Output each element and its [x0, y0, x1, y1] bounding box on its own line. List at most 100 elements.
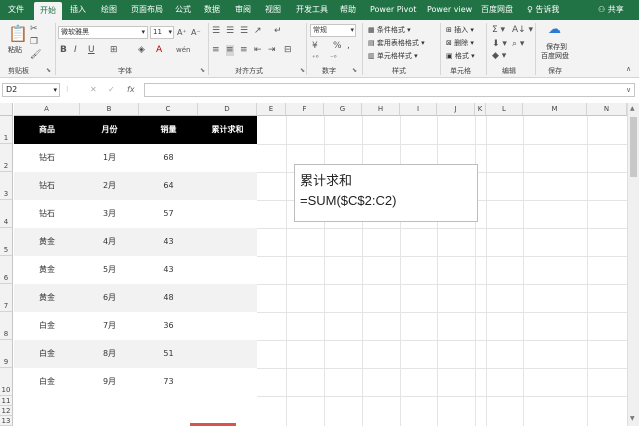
cell-styles-button[interactable]: ▥ 单元格样式 ▾ [368, 51, 418, 61]
merge-center-icon[interactable]: ⊟ [284, 45, 292, 56]
baidu-cloud-icon[interactable]: ☁ [548, 23, 561, 36]
decrease-indent-icon[interactable]: ⇤ [254, 45, 262, 56]
row-header[interactable]: 11 [0, 396, 13, 406]
font-color-icon[interactable]: A [156, 45, 162, 56]
comma-style-icon[interactable]: , [347, 41, 350, 52]
decrease-font-icon[interactable]: A⁻ [191, 27, 201, 38]
column-header[interactable]: I [400, 103, 437, 116]
column-header[interactable]: F [286, 103, 324, 116]
scroll-up-icon[interactable]: ▲ [630, 105, 635, 112]
paste-icon[interactable]: 📋 [8, 26, 28, 42]
save-to-baidu-line2[interactable]: 百度网盘 [541, 51, 569, 61]
number-format-select[interactable]: 常规 ▾ [310, 24, 356, 37]
tell-me-button[interactable]: ♀ 告诉我 [527, 0, 559, 20]
alignment-launcher-icon[interactable]: ⬊ [300, 67, 305, 74]
orientation-icon[interactable]: ↗ [254, 26, 262, 37]
table-cell[interactable]: 36 [139, 312, 198, 340]
tab-data[interactable]: 数据 [204, 0, 220, 20]
copy-icon[interactable]: ❐ [30, 37, 38, 48]
enter-icon[interactable]: ✓ [108, 83, 115, 97]
increase-decimal-icon[interactable]: ⁺⁰ [312, 53, 319, 64]
row-header[interactable]: 7 [0, 284, 13, 312]
row-header[interactable]: 13 [0, 416, 13, 426]
find-select-icon[interactable]: ⌕ ▾ [512, 39, 524, 50]
scroll-down-icon[interactable]: ▼ [630, 415, 635, 422]
underline-button[interactable]: U [88, 45, 95, 56]
cancel-icon[interactable]: ✕ [90, 83, 97, 97]
border-icon[interactable]: ⊞ [110, 45, 118, 56]
table-cell[interactable]: 48 [139, 284, 198, 312]
clipboard-launcher-icon[interactable]: ⬊ [46, 67, 51, 74]
font-launcher-icon[interactable]: ⬊ [200, 67, 205, 74]
tab-view[interactable]: 视图 [265, 0, 281, 20]
table-cell[interactable]: 钻石 [14, 144, 80, 172]
formula-text-box[interactable]: 累计求和 =SUM($C$2:C2) [294, 164, 478, 222]
insert-cells-button[interactable]: ⊞ 插入 ▾ [446, 25, 474, 35]
formula-input[interactable] [144, 83, 635, 97]
column-header[interactable]: C [139, 103, 198, 116]
table-cell[interactable]: 3月 [80, 200, 139, 228]
scrollbar-thumb[interactable] [630, 117, 637, 177]
format-as-table-button[interactable]: ▤ 套用表格格式 ▾ [368, 38, 425, 48]
vertical-scrollbar[interactable]: ▲ ▼ [627, 103, 639, 426]
increase-indent-icon[interactable]: ⇥ [268, 45, 276, 56]
align-right-icon[interactable]: ≡ [240, 45, 248, 56]
row-header[interactable]: 10 [0, 368, 13, 396]
row-header[interactable]: 12 [0, 406, 13, 416]
table-cell[interactable]: 黄金 [14, 284, 80, 312]
table-cell[interactable]: 43 [139, 228, 198, 256]
table-cell[interactable]: 64 [139, 172, 198, 200]
table-cell[interactable]: 73 [139, 368, 198, 396]
tab-file[interactable]: 文件 [8, 0, 24, 20]
format-painter-icon[interactable]: 🖌 [30, 50, 41, 61]
currency-icon[interactable]: ¥ [312, 41, 318, 52]
table-cell[interactable]: 43 [139, 256, 198, 284]
table-cell[interactable]: 9月 [80, 368, 139, 396]
row-header[interactable]: 1 [0, 116, 13, 144]
fill-color-icon[interactable]: ◈ [138, 45, 145, 56]
column-header[interactable]: E [257, 103, 286, 116]
tab-power-view[interactable]: Power view [427, 0, 472, 20]
table-cell[interactable]: 白金 [14, 368, 80, 396]
select-all-corner[interactable] [0, 103, 13, 116]
font-size-select[interactable]: 11 ▾ [150, 26, 174, 39]
clear-icon[interactable]: ◆ ▾ [492, 51, 506, 62]
table-cell[interactable]: 黄金 [14, 228, 80, 256]
table-cell[interactable]: 7月 [80, 312, 139, 340]
selected-cell-d2[interactable] [198, 144, 257, 172]
number-launcher-icon[interactable]: ⬊ [352, 67, 357, 74]
tab-developer[interactable]: 开发工具 [296, 0, 328, 20]
cut-icon[interactable]: ✂ [30, 24, 38, 35]
column-header[interactable]: J [437, 103, 475, 116]
tab-power-pivot[interactable]: Power Pivot [370, 0, 416, 20]
table-header-cell[interactable]: 销量 [139, 116, 198, 144]
column-header[interactable]: G [324, 103, 362, 116]
bold-button[interactable]: B [60, 45, 67, 56]
row-header[interactable]: 3 [0, 172, 13, 200]
tab-insert[interactable]: 插入 [70, 0, 86, 20]
table-cell[interactable]: 4月 [80, 228, 139, 256]
column-header[interactable]: A [14, 103, 80, 116]
sort-filter-icon[interactable]: A↓ ▾ [512, 25, 533, 36]
autosum-icon[interactable]: Σ ▾ [492, 25, 505, 36]
table-cell[interactable]: 8月 [80, 340, 139, 368]
tab-page-layout[interactable]: 页面布局 [131, 0, 163, 20]
table-cell[interactable]: 1月 [80, 144, 139, 172]
table-cell[interactable]: 5月 [80, 256, 139, 284]
decrease-decimal-icon[interactable]: ⁻⁰ [330, 53, 337, 64]
table-cell[interactable]: 白金 [14, 312, 80, 340]
align-left-icon[interactable]: ≡ [212, 45, 220, 56]
share-button[interactable]: ⚇ 共享 [598, 0, 624, 20]
row-header[interactable]: 8 [0, 312, 13, 340]
column-header[interactable]: K [475, 103, 486, 116]
wrap-text-icon[interactable]: ↵ [274, 26, 282, 37]
name-box[interactable]: D2 ▾ [2, 83, 60, 97]
column-header[interactable]: N [587, 103, 627, 116]
table-cell[interactable]: 白金 [14, 340, 80, 368]
table-cell[interactable]: 68 [139, 144, 198, 172]
delete-cells-button[interactable]: ⊠ 删除 ▾ [446, 38, 474, 48]
align-top-icon[interactable]: ☰ [212, 26, 220, 37]
tab-help[interactable]: 帮助 [340, 0, 356, 20]
table-header-cell[interactable]: 累计求和 [198, 116, 257, 144]
fill-icon[interactable]: ⬇ ▾ [492, 39, 507, 50]
